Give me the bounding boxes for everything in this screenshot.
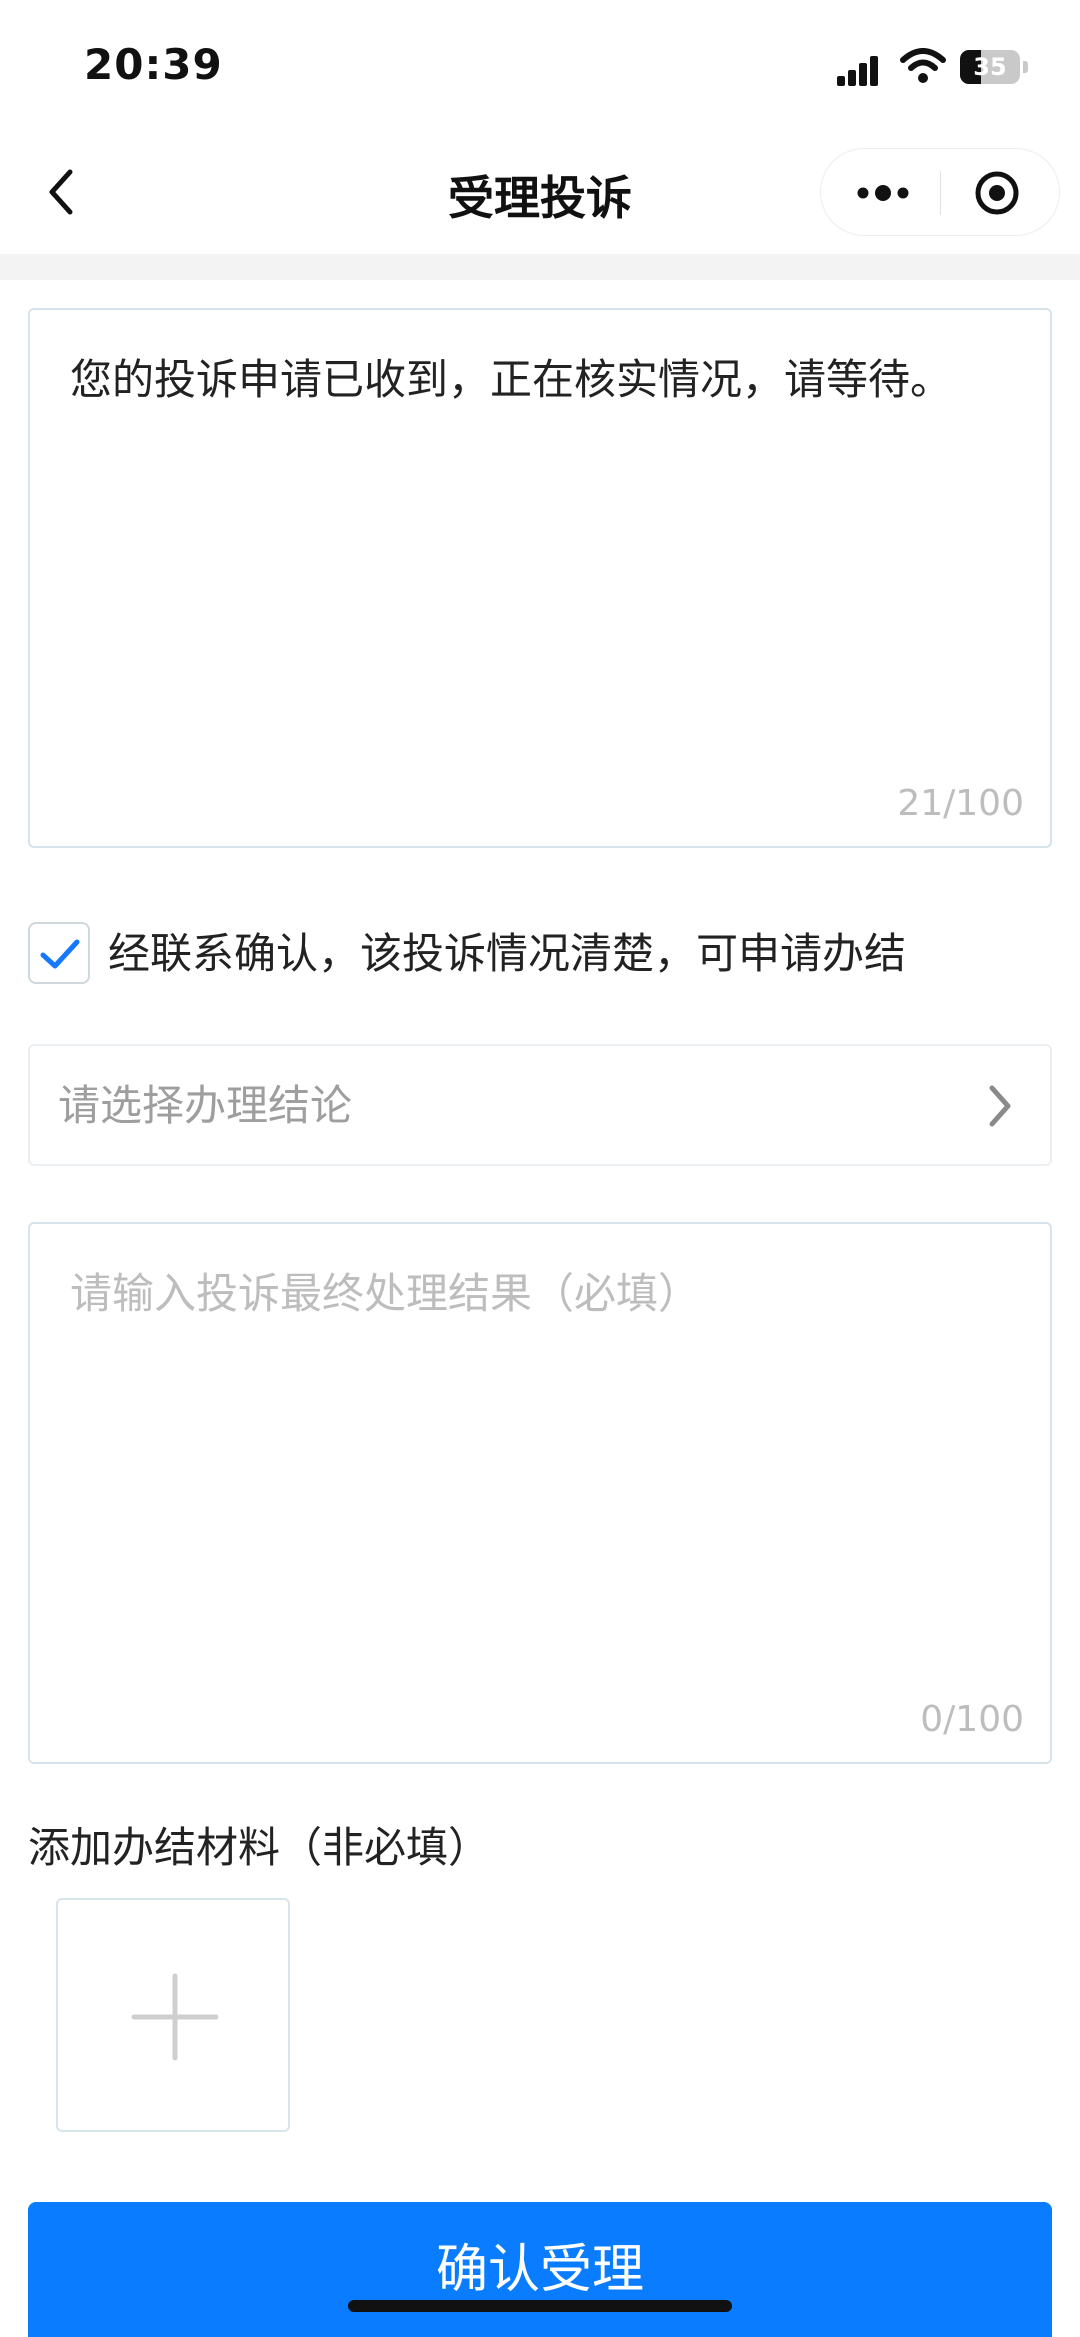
reply-textarea[interactable]: 您的投诉申请已收到，正在核实情况，请等待。 21/100	[28, 308, 1052, 848]
chevron-right-icon	[989, 1085, 1011, 1127]
page-title: 受理投诉	[448, 171, 632, 225]
close-confirm-label: 经联系确认，该投诉情况清楚，可申请办结	[108, 929, 907, 978]
signal-icon	[837, 56, 878, 86]
status-time: 20:39	[84, 40, 223, 89]
confirm-accept-button[interactable]: 确认受理	[28, 2202, 1052, 2337]
home-indicator	[348, 2300, 732, 2312]
close-confirm-row[interactable]: 经联系确认，该投诉情况清楚，可申请办结	[28, 920, 1052, 988]
plus-icon	[131, 1973, 219, 2061]
result-char-counter: 0/100	[920, 1699, 1024, 1740]
attachments-label: 添加办结材料（非必填）	[28, 1823, 491, 1872]
more-dots-icon[interactable]	[853, 173, 913, 213]
conclusion-placeholder: 请选择办理结论	[58, 1081, 353, 1130]
close-confirm-checkbox[interactable]	[28, 922, 90, 984]
capsule-divider	[940, 171, 941, 215]
status-bar: 20:39 35	[0, 0, 1080, 130]
checkmark-icon	[40, 939, 80, 969]
back-arrow-icon[interactable]	[40, 160, 84, 224]
result-placeholder: 请输入投诉最终处理结果（必填）	[70, 1269, 701, 1318]
result-textarea[interactable]: 请输入投诉最终处理结果（必填） 0/100	[28, 1222, 1052, 1764]
wifi-icon	[900, 48, 946, 83]
reply-char-counter: 21/100	[897, 783, 1024, 824]
battery-level: 35	[973, 53, 1007, 81]
conclusion-select[interactable]: 请选择办理结论	[28, 1044, 1052, 1166]
record-target-icon[interactable]	[973, 169, 1021, 217]
upload-button[interactable]	[56, 1898, 290, 2132]
nav-bar: 受理投诉	[0, 130, 1080, 254]
miniprogram-capsule	[820, 148, 1060, 236]
reply-text: 您的投诉申请已收到，正在核实情况，请等待。	[70, 355, 953, 404]
battery-icon: 35	[960, 50, 1030, 84]
header-divider	[0, 254, 1080, 280]
